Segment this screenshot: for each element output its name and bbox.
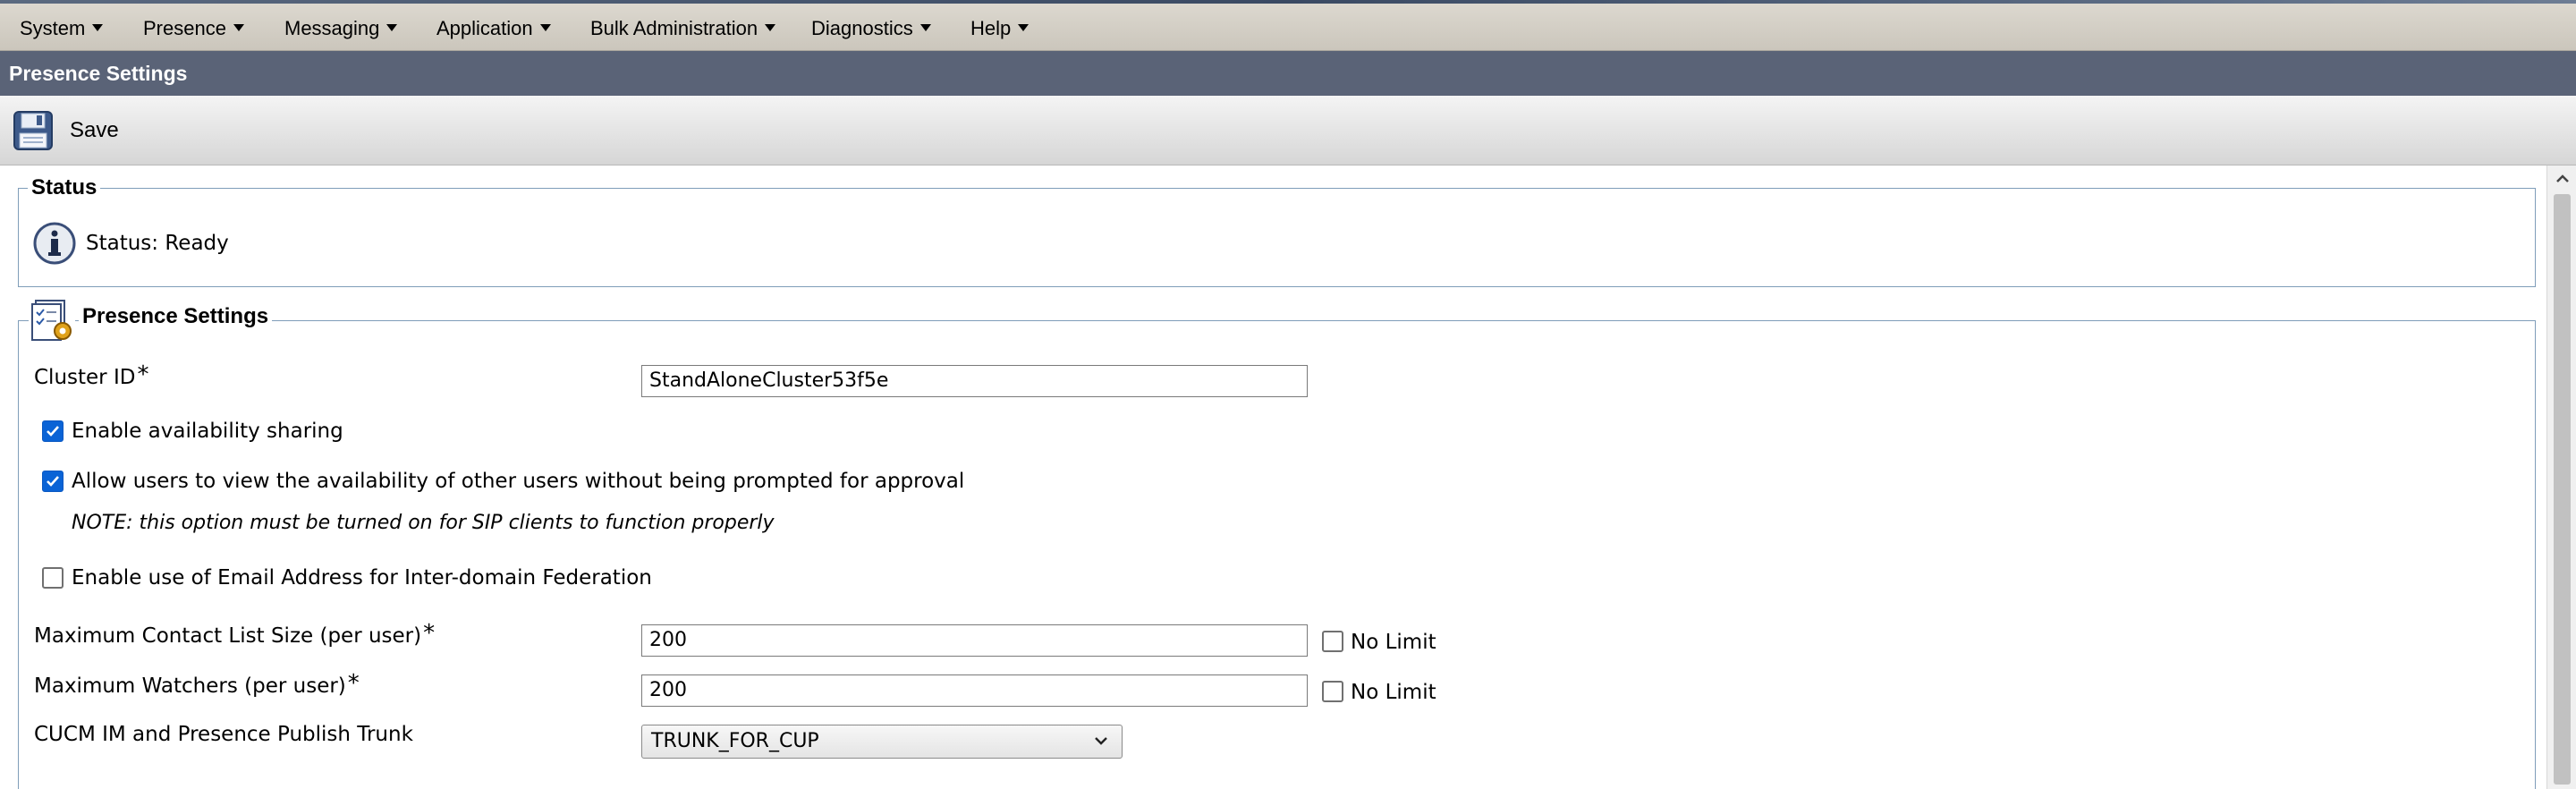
checkmark-icon	[47, 476, 59, 487]
caret-down-icon	[1018, 24, 1030, 32]
status-legend: Status	[28, 175, 101, 200]
page-title-bar: Presence Settings	[0, 51, 2576, 96]
menu-bar: System Presence Messaging Application Bu…	[0, 4, 2576, 51]
publish-trunk-selected-value: TRUNK_FOR_CUP	[651, 730, 819, 752]
toolbar: Save	[0, 96, 2576, 165]
required-mark: *	[347, 670, 360, 697]
status-line: Status: Ready	[32, 221, 229, 266]
caret-down-icon	[386, 24, 398, 32]
menu-messaging-label: Messaging	[284, 17, 380, 39]
menu-application[interactable]: Application	[436, 4, 551, 50]
publish-trunk-select[interactable]: TRUNK_FOR_CUP	[641, 725, 1123, 759]
menu-presence-label: Presence	[143, 17, 226, 39]
cluster-id-label-text: Cluster ID	[34, 366, 136, 389]
menu-messaging[interactable]: Messaging	[284, 4, 398, 50]
status-text: Status: Ready	[86, 232, 229, 255]
sip-note: NOTE: this option must be turned on for …	[72, 512, 775, 534]
email-federation-label: Enable use of Email Address for Inter-do…	[72, 566, 652, 590]
allow-view-availability-label: Allow users to view the availability of …	[72, 470, 965, 493]
max-contact-no-limit-checkbox[interactable]	[1322, 631, 1343, 652]
max-watchers-label-text: Maximum Watchers (per user)	[34, 674, 346, 698]
max-watchers-label: Maximum Watchers (per user)*	[34, 670, 360, 699]
caret-down-icon	[539, 24, 551, 32]
page-title: Presence Settings	[9, 62, 188, 85]
max-contact-list-label: Maximum Contact List Size (per user)*	[34, 620, 436, 649]
settings-icon-wrap	[29, 297, 75, 344]
chevron-up-icon	[2555, 174, 2569, 182]
enable-availability-sharing-checkbox[interactable]	[42, 420, 64, 442]
vertical-scrollbar[interactable]	[2546, 165, 2576, 789]
required-mark: *	[423, 620, 436, 647]
menu-presence[interactable]: Presence	[143, 4, 244, 50]
max-contact-no-limit-label: No Limit	[1351, 631, 1436, 654]
caret-down-icon	[919, 24, 931, 32]
info-icon	[33, 222, 76, 265]
enable-availability-sharing-label: Enable availability sharing	[72, 420, 343, 443]
caret-down-icon	[765, 24, 776, 32]
chevron-down-icon	[1095, 737, 1107, 745]
scroll-up-arrow[interactable]	[2547, 165, 2576, 192]
save-button[interactable]: Save	[13, 110, 119, 151]
publish-trunk-label: CUCM IM and Presence Publish Trunk	[34, 723, 413, 746]
save-icon	[13, 111, 53, 150]
presence-settings-legend: Presence Settings	[79, 304, 273, 329]
max-contact-list-input[interactable]: 200	[641, 624, 1308, 657]
menu-bulk-administration-label: Bulk Administration	[590, 17, 758, 39]
max-watchers-input[interactable]: 200	[641, 674, 1308, 707]
menu-system-label: System	[20, 17, 86, 39]
email-federation-checkbox[interactable]	[42, 567, 64, 589]
max-watchers-no-limit-checkbox[interactable]	[1322, 681, 1343, 702]
menu-help-label: Help	[970, 17, 1012, 39]
checkmark-icon	[47, 426, 59, 437]
menu-diagnostics[interactable]: Diagnostics	[811, 4, 931, 50]
cluster-id-label: Cluster ID*	[34, 361, 149, 390]
cluster-id-input[interactable]: StandAloneCluster53f5e	[641, 365, 1308, 397]
max-watchers-no-limit-label: No Limit	[1351, 681, 1436, 704]
menu-application-label: Application	[436, 17, 533, 39]
menu-system[interactable]: System	[20, 4, 104, 50]
caret-down-icon	[92, 24, 104, 32]
max-contact-list-label-text: Maximum Contact List Size (per user)	[34, 624, 422, 648]
settings-document-icon	[31, 300, 72, 341]
menu-bulk-administration[interactable]: Bulk Administration	[590, 4, 776, 50]
scrollbar-thumb[interactable]	[2554, 194, 2571, 785]
allow-view-availability-checkbox[interactable]	[42, 471, 64, 492]
menu-help[interactable]: Help	[970, 4, 1030, 50]
status-section	[18, 188, 2536, 287]
required-mark: *	[137, 361, 149, 388]
save-button-label: Save	[70, 118, 119, 142]
caret-down-icon	[233, 24, 244, 32]
menu-diagnostics-label: Diagnostics	[811, 17, 913, 39]
